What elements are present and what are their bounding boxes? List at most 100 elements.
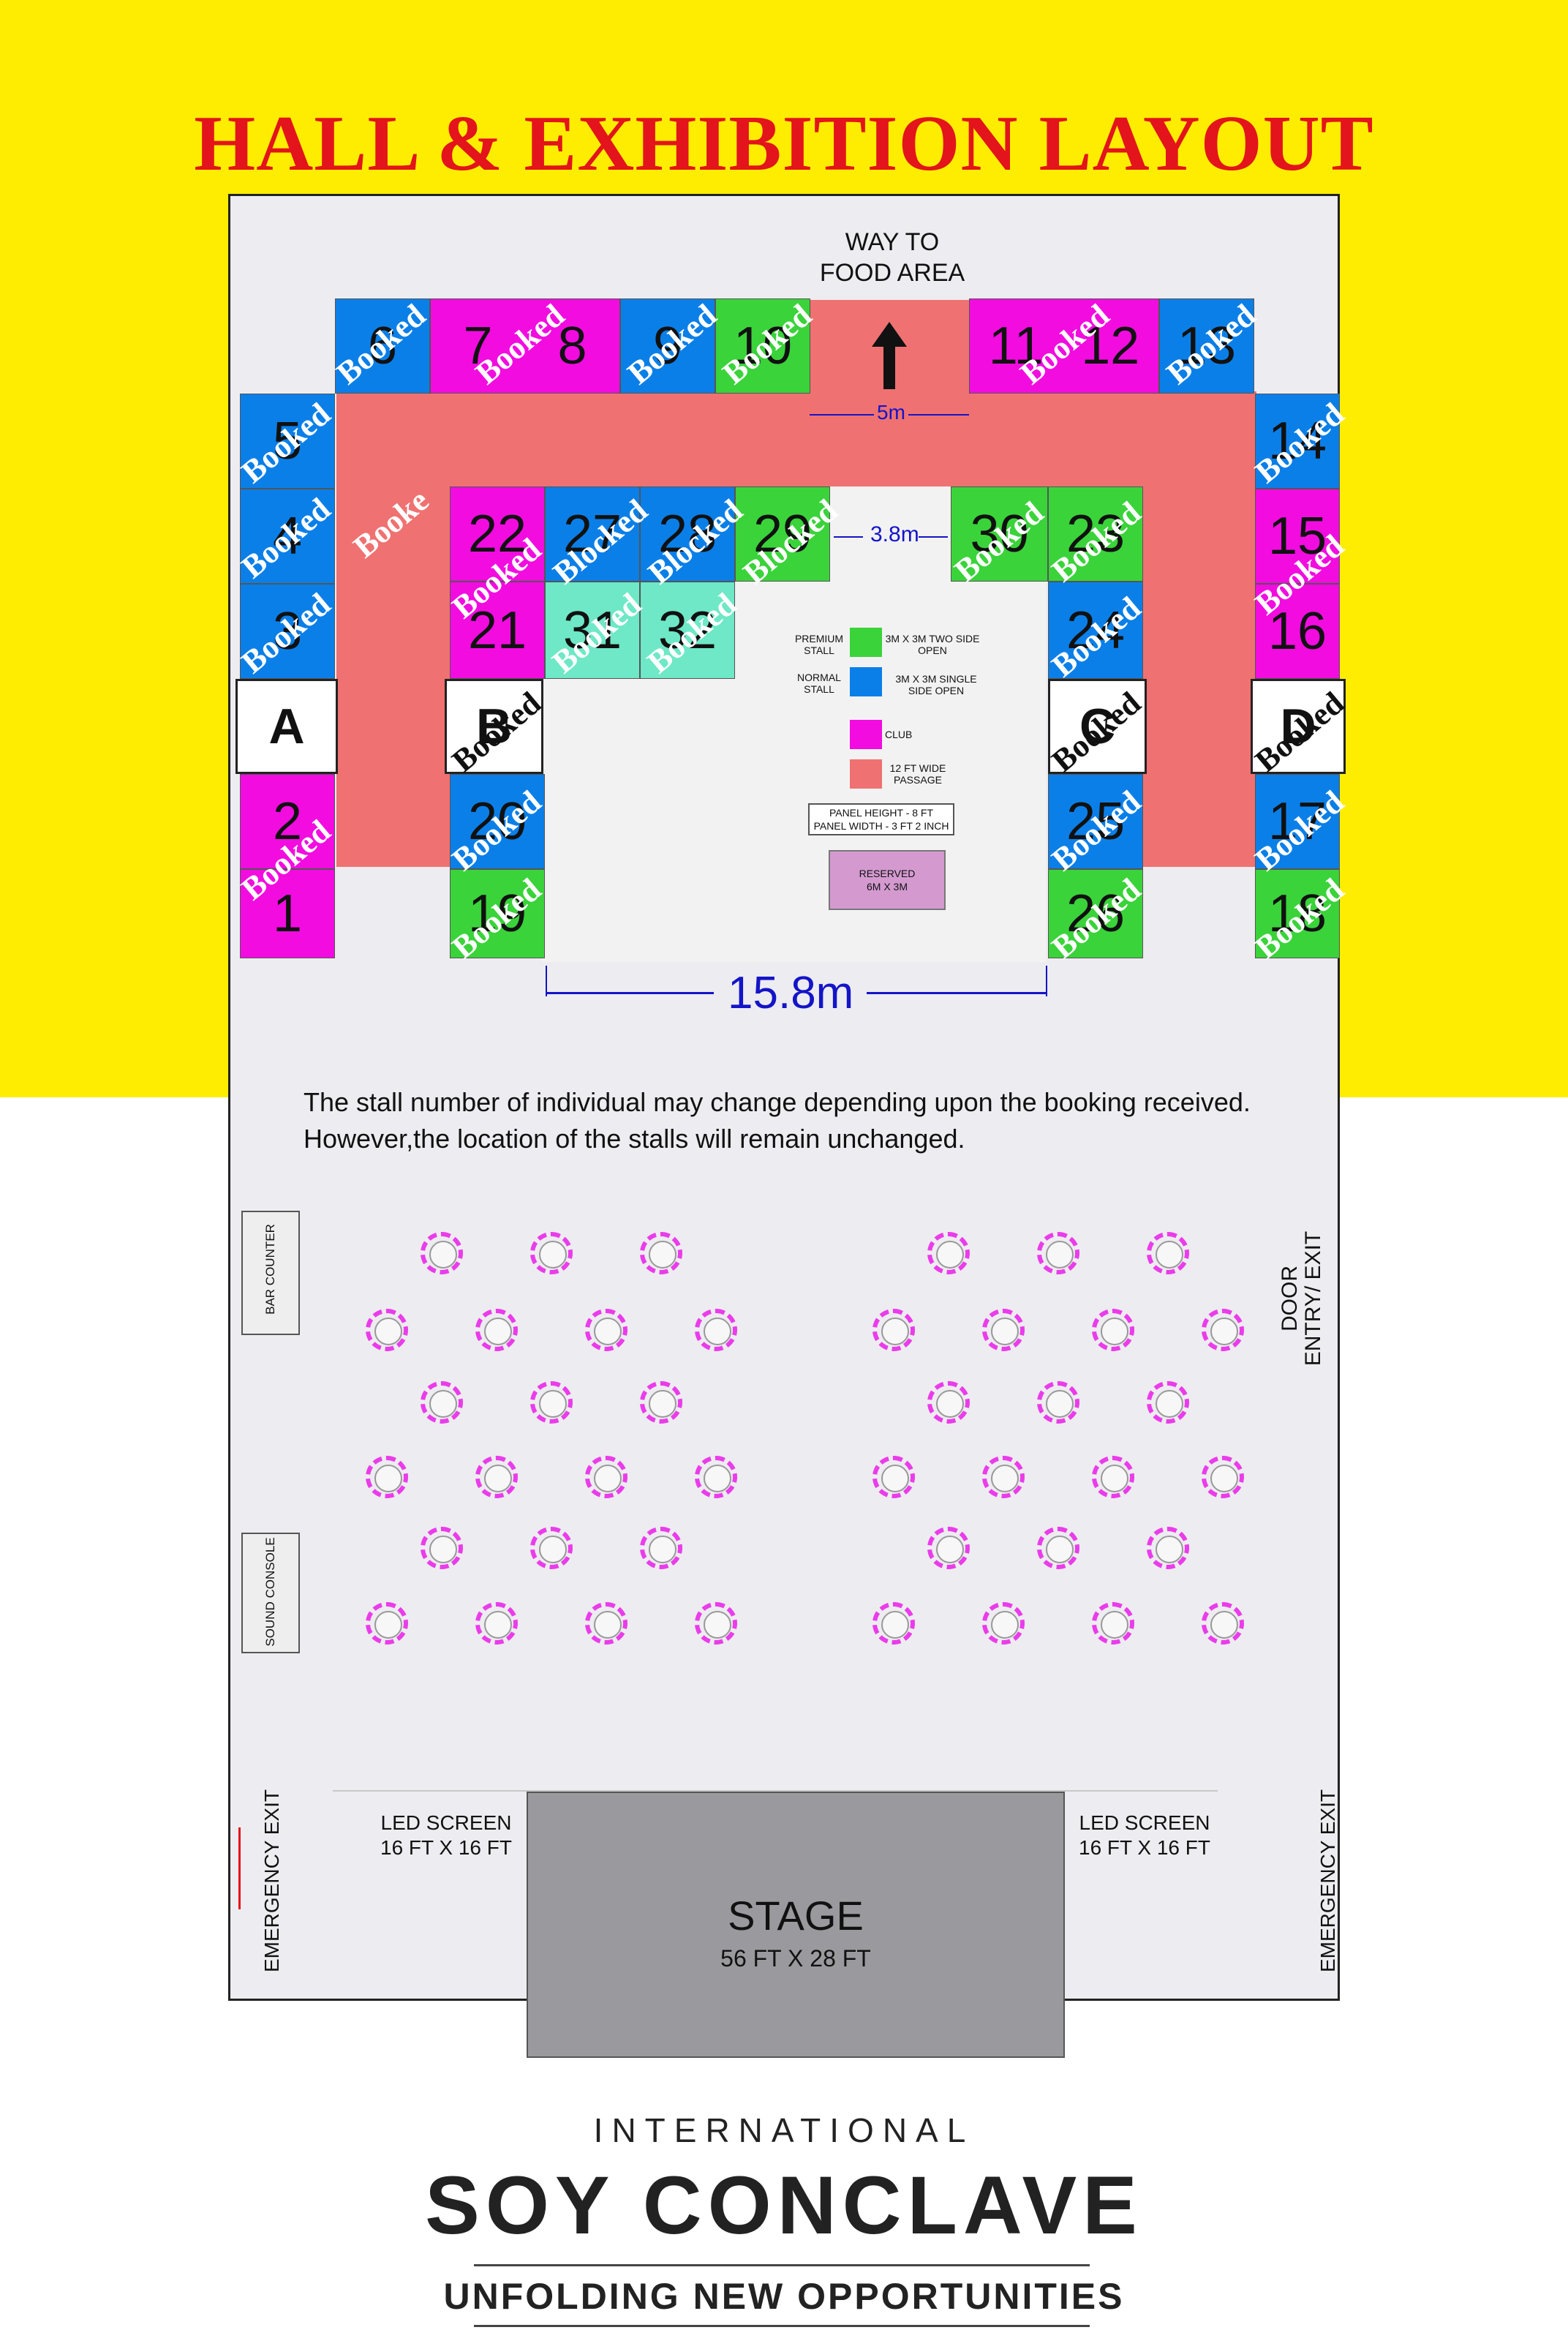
round-table[interactable] [366, 1456, 408, 1498]
round-table[interactable] [1092, 1456, 1134, 1498]
round-table[interactable] [1037, 1232, 1079, 1274]
food-area-line2: FOOD AREA [819, 259, 965, 287]
legend-premium-label: PREMIUM STALL [794, 633, 844, 656]
led-screen-left-label: LED SCREEN [380, 1811, 512, 1834]
round-table[interactable] [475, 1456, 518, 1498]
stage[interactable]: STAGE 56 FT X 28 FT [527, 1792, 1065, 2058]
passage-left [336, 391, 450, 867]
logo-divider [474, 2264, 1090, 2266]
block-a[interactable]: A [235, 679, 338, 774]
round-table[interactable] [640, 1381, 682, 1424]
legend-panel-width: PANEL WIDTH - 3 FT 2 INCH [813, 820, 949, 832]
round-table[interactable] [1037, 1381, 1079, 1424]
door-line2: ENTRY/ EXIT [1301, 1230, 1325, 1367]
logo-international: INTERNATIONAL [593, 2111, 975, 2149]
round-table[interactable] [1037, 1527, 1079, 1569]
dim-38m-line-right [919, 536, 948, 538]
dim-158m-label: 15.8m [728, 968, 854, 1018]
round-table[interactable] [1147, 1381, 1189, 1424]
round-table[interactable] [927, 1527, 970, 1569]
dim-38m-label: 3.8m [870, 522, 919, 546]
round-table[interactable] [982, 1456, 1025, 1498]
logo-tagline: UNFOLDING NEW OPPORTUNITIES [443, 2276, 1125, 2317]
dim-158m-line-right [867, 992, 1047, 994]
note-line1: The stall number of individual may chang… [304, 1087, 1251, 1117]
round-table[interactable] [927, 1232, 970, 1274]
round-table[interactable] [585, 1456, 627, 1498]
dim-158m-line-left [546, 992, 714, 994]
round-table[interactable] [475, 1309, 518, 1351]
legend-normal-label: NORMAL STALL [797, 672, 841, 695]
round-table[interactable] [640, 1232, 682, 1274]
dim-5m-label: 5m [874, 401, 908, 424]
round-table[interactable] [1147, 1527, 1189, 1569]
round-table[interactable] [421, 1381, 463, 1424]
round-table[interactable] [1202, 1602, 1244, 1645]
stage-size: 56 FT X 28 FT [720, 1945, 871, 1972]
passage-top [336, 391, 1256, 490]
legend-normal-desc: 3M X 3M SINGLE SIDE OPEN [895, 673, 977, 696]
round-table[interactable] [475, 1602, 518, 1645]
stage-label: STAGE [728, 1893, 864, 1939]
reserved-label: RESERVED [859, 868, 916, 879]
led-screen-right: LED SCREEN 16 FT X 16 FT [1064, 1811, 1225, 1860]
reserved-area[interactable]: RESERVED 6M X 3M [829, 850, 946, 910]
food-area-label: WAY TO FOOD AREA [790, 227, 995, 288]
round-table[interactable] [421, 1232, 463, 1274]
legend-club-label: CLUB [885, 729, 913, 740]
round-table[interactable] [366, 1602, 408, 1645]
logo-underline [474, 2325, 1090, 2327]
stall-1-number: 1 [272, 884, 303, 943]
legend-panel-height: PANEL HEIGHT - 8 FT [829, 807, 934, 819]
sound-console-label: SOUND CONSOLE [263, 1537, 277, 1647]
logo-soy-conclave: SOY CONCLAVE [425, 2160, 1143, 2251]
emergency-exit-right[interactable]: EMERGENCY EXIT [1316, 1778, 1340, 1983]
passage-right [1143, 391, 1256, 867]
round-table[interactable] [872, 1309, 915, 1351]
dim-158m-tick-right [1046, 966, 1047, 996]
led-screen-right-label: LED SCREEN [1079, 1811, 1210, 1834]
door-line1: DOOR [1278, 1266, 1302, 1331]
led-screen-right-size: 16 FT X 16 FT [1079, 1836, 1210, 1859]
legend-premium-desc: 3M X 3M TWO SIDE OPEN [885, 633, 980, 656]
round-table[interactable] [695, 1456, 737, 1498]
bar-counter-label: BAR COUNTER [263, 1224, 277, 1315]
round-table[interactable] [1147, 1232, 1189, 1274]
page-title: HALL & EXHIBITION LAYOUT [194, 100, 1374, 187]
round-table[interactable] [927, 1381, 970, 1424]
round-table[interactable] [695, 1309, 737, 1351]
round-table[interactable] [872, 1602, 915, 1645]
led-screen-left: LED SCREEN 16 FT X 16 FT [366, 1811, 527, 1860]
led-screen-left-size: 16 FT X 16 FT [380, 1836, 512, 1859]
emergency-exit-left[interactable]: EMERGENCY EXIT [260, 1778, 284, 1983]
round-table[interactable] [366, 1309, 408, 1351]
arrow-up-icon [872, 322, 907, 389]
round-table[interactable] [1092, 1602, 1134, 1645]
round-table[interactable] [982, 1309, 1025, 1351]
food-area-line1: WAY TO [845, 228, 940, 256]
round-table[interactable] [1202, 1309, 1244, 1351]
round-table[interactable] [872, 1456, 915, 1498]
round-table[interactable] [421, 1527, 463, 1569]
round-table[interactable] [585, 1309, 627, 1351]
reserved-size: 6M X 3M [866, 881, 908, 892]
round-table[interactable] [530, 1527, 573, 1569]
legend-premium-swatch [850, 628, 882, 657]
door-label: DOOR ENTRY/ EXIT [1278, 1211, 1325, 1386]
legend-panel-box: PANEL HEIGHT - 8 FT PANEL WIDTH - 3 FT 2… [808, 803, 954, 835]
legend-club-swatch [850, 720, 882, 749]
round-table[interactable] [585, 1602, 627, 1645]
round-table[interactable] [695, 1602, 737, 1645]
legend-passage-swatch [850, 759, 882, 789]
round-table[interactable] [982, 1602, 1025, 1645]
block-a-label: A [268, 699, 305, 754]
round-table[interactable] [530, 1232, 573, 1274]
legend-normal-swatch [850, 667, 882, 696]
emergency-exit-left-marker [238, 1827, 241, 1909]
note-line2: However,the location of the stalls will … [304, 1124, 965, 1154]
round-table[interactable] [1202, 1456, 1244, 1498]
round-table[interactable] [640, 1527, 682, 1569]
round-table[interactable] [530, 1381, 573, 1424]
legend-passage-label: 12 FT WIDE PASSAGE [889, 762, 946, 786]
round-table[interactable] [1092, 1309, 1134, 1351]
